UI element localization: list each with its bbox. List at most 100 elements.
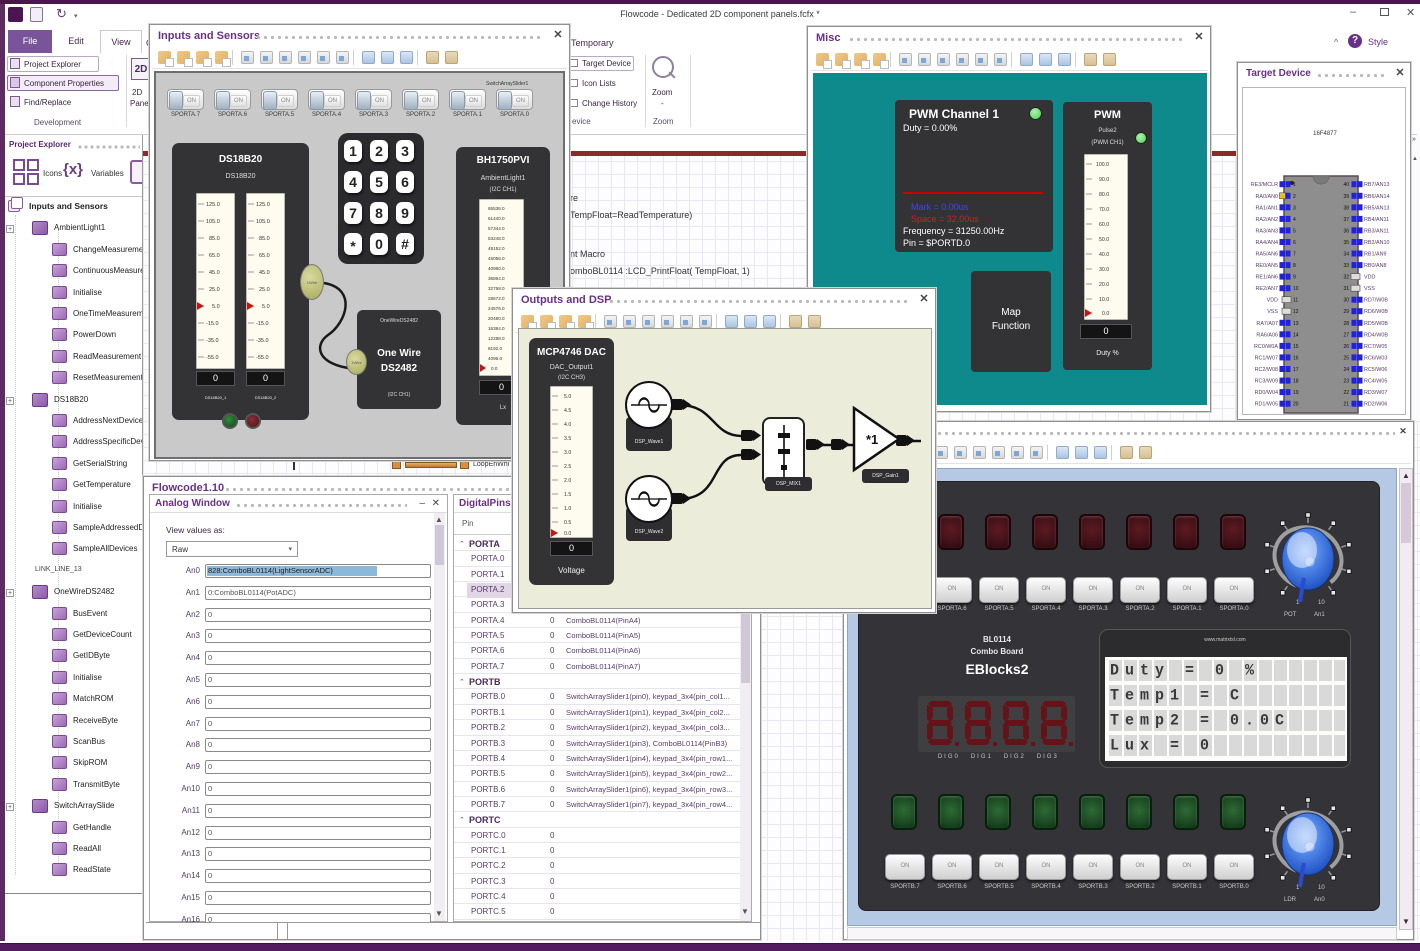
svg-text:3: 3 xyxy=(1293,205,1296,211)
svg-text:16: 16 xyxy=(1293,355,1299,361)
svg-text:RD1/W05: RD1/W05 xyxy=(1255,402,1278,408)
svg-text:RA3/AN3: RA3/AN3 xyxy=(1256,228,1278,234)
svg-text:RC1/W07: RC1/W07 xyxy=(1255,355,1278,361)
svg-text:85.0: 85.0 xyxy=(259,236,270,242)
svg-text:45056.0: 45056.0 xyxy=(488,256,505,261)
svg-text:25: 25 xyxy=(1343,355,1349,361)
svg-text:0.0: 0.0 xyxy=(1102,311,1109,317)
svg-text:VDD: VDD xyxy=(1364,275,1375,281)
svg-text:49152.0: 49152.0 xyxy=(488,246,505,251)
svg-text:61440.0: 61440.0 xyxy=(488,216,505,221)
svg-text:-35.0: -35.0 xyxy=(206,338,219,344)
svg-text:90.0: 90.0 xyxy=(1099,177,1109,183)
svg-text:32: 32 xyxy=(1343,275,1349,281)
svg-text:RD5/W0B: RD5/W0B xyxy=(1364,321,1388,327)
svg-text:20: 20 xyxy=(1293,402,1299,408)
svg-text:RB1/AN9: RB1/AN9 xyxy=(1364,252,1386,258)
svg-text:36864.0: 36864.0 xyxy=(488,276,505,281)
svg-text:39: 39 xyxy=(1343,194,1349,200)
svg-text:VSS: VSS xyxy=(1364,286,1375,292)
svg-text:36: 36 xyxy=(1343,228,1349,234)
svg-text:18: 18 xyxy=(1293,379,1299,385)
svg-text:RC0/W0A: RC0/W0A xyxy=(1254,344,1278,350)
svg-text:RB7/AN13: RB7/AN13 xyxy=(1364,182,1389,188)
svg-text:45.0: 45.0 xyxy=(209,270,220,276)
svg-text:17: 17 xyxy=(1293,367,1299,373)
svg-text:RD3/W07: RD3/W07 xyxy=(1364,390,1387,396)
svg-text:10: 10 xyxy=(1293,286,1299,292)
svg-text:125.0: 125.0 xyxy=(206,202,220,208)
svg-text:-35.0: -35.0 xyxy=(256,338,269,344)
svg-text:RB4/AN11: RB4/AN11 xyxy=(1364,217,1389,223)
svg-text:53248.0: 53248.0 xyxy=(488,236,505,241)
svg-text:RE1/AN6: RE1/AN6 xyxy=(1256,275,1278,281)
svg-text:VDD: VDD xyxy=(1267,298,1278,304)
svg-text:30.0: 30.0 xyxy=(1099,267,1109,273)
svg-text:27: 27 xyxy=(1343,332,1349,338)
svg-text:30: 30 xyxy=(1343,298,1349,304)
svg-text:85.0: 85.0 xyxy=(209,236,220,242)
svg-text:70.0: 70.0 xyxy=(1099,207,1109,213)
svg-text:12: 12 xyxy=(1293,309,1299,315)
svg-text:0.0: 0.0 xyxy=(491,366,498,371)
svg-text:*1: *1 xyxy=(866,432,878,447)
svg-text:5: 5 xyxy=(1293,228,1296,234)
svg-text:32768.0: 32768.0 xyxy=(488,286,505,291)
svg-text:35: 35 xyxy=(1343,240,1349,246)
svg-text:10: 10 xyxy=(1318,600,1325,606)
svg-text:RE2/AN7: RE2/AN7 xyxy=(1256,286,1278,292)
svg-text:RA6/A06: RA6/A06 xyxy=(1256,332,1278,338)
svg-text:24576.0: 24576.0 xyxy=(488,306,505,311)
svg-text:4: 4 xyxy=(1293,217,1296,223)
svg-text:10.0: 10.0 xyxy=(1099,297,1109,303)
svg-text:5.0: 5.0 xyxy=(212,304,220,310)
svg-text:24: 24 xyxy=(1343,367,1349,373)
svg-text:20480.0: 20480.0 xyxy=(488,316,505,321)
svg-text:57344.0: 57344.0 xyxy=(488,226,505,231)
svg-text:RA7/A07: RA7/A07 xyxy=(1256,321,1278,327)
svg-text:19: 19 xyxy=(1293,390,1299,396)
svg-text:2: 2 xyxy=(1293,194,1296,200)
svg-text:1: 1 xyxy=(1293,182,1296,188)
svg-text:105.0: 105.0 xyxy=(206,219,220,225)
svg-text:RE0/AN5: RE0/AN5 xyxy=(1256,263,1278,269)
svg-text:105.0: 105.0 xyxy=(256,219,270,225)
svg-text:RD7/W0B: RD7/W0B xyxy=(1364,298,1388,304)
svg-text:25.0: 25.0 xyxy=(209,287,220,293)
svg-text:RD2/W06: RD2/W06 xyxy=(1364,402,1387,408)
svg-text:45.0: 45.0 xyxy=(259,270,270,276)
svg-text:7: 7 xyxy=(1293,252,1296,258)
svg-text:RD6/W0B: RD6/W0B xyxy=(1364,309,1388,315)
svg-text:80.0: 80.0 xyxy=(1099,192,1109,198)
svg-text:RC2/W08: RC2/W08 xyxy=(1255,367,1278,373)
svg-text:40: 40 xyxy=(1343,182,1349,188)
svg-text:8192.0: 8192.0 xyxy=(488,346,502,351)
svg-text:60.0: 60.0 xyxy=(1099,222,1109,228)
svg-text:14: 14 xyxy=(1293,332,1299,338)
svg-text:65.0: 65.0 xyxy=(209,253,220,259)
svg-text:11: 11 xyxy=(1293,298,1298,304)
svg-text:31: 31 xyxy=(1343,286,1349,292)
svg-text:22: 22 xyxy=(1343,390,1349,396)
svg-text:RC6/W03: RC6/W03 xyxy=(1364,355,1387,361)
svg-text:RC3/W09: RC3/W09 xyxy=(1255,379,1278,385)
svg-text:125.0: 125.0 xyxy=(256,202,270,208)
svg-text:12288.0: 12288.0 xyxy=(488,336,505,341)
svg-text:-15.0: -15.0 xyxy=(256,321,269,327)
svg-text:-55.0: -55.0 xyxy=(206,355,219,361)
svg-text:RC4/W05: RC4/W05 xyxy=(1364,379,1387,385)
svg-text:RA4/AN4: RA4/AN4 xyxy=(1256,240,1278,246)
svg-text:VSS: VSS xyxy=(1267,309,1278,315)
svg-text:RA1/AN1: RA1/AN1 xyxy=(1256,205,1278,211)
svg-text:8: 8 xyxy=(1293,263,1296,269)
svg-text:RD0/W04: RD0/W04 xyxy=(1255,390,1278,396)
svg-text:40960.0: 40960.0 xyxy=(488,266,505,271)
svg-text:RD4/W0B: RD4/W0B xyxy=(1364,332,1388,338)
svg-text:RB6/AN14: RB6/AN14 xyxy=(1364,194,1389,200)
svg-text:RB2/AN10: RB2/AN10 xyxy=(1364,240,1389,246)
svg-text:29: 29 xyxy=(1343,309,1349,315)
svg-text:13: 13 xyxy=(1293,321,1299,327)
svg-text:100.0: 100.0 xyxy=(1096,162,1109,168)
svg-text:RB3/AN11: RB3/AN11 xyxy=(1364,228,1389,234)
svg-text:26: 26 xyxy=(1343,344,1349,350)
